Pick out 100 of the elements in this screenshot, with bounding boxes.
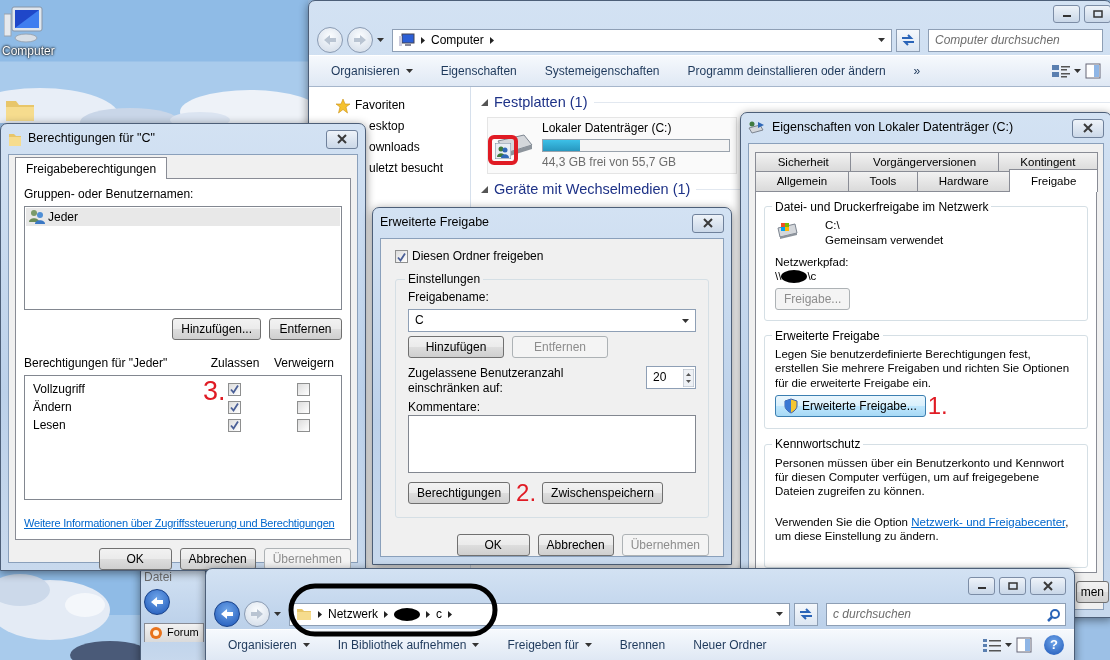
toolbar-button[interactable]: » bbox=[901, 61, 933, 81]
dialog-button[interactable]: Berechtigungen bbox=[408, 482, 511, 505]
sidebar-item[interactable]: esktop bbox=[369, 116, 405, 137]
caret-icon bbox=[1005, 643, 1012, 647]
field-label: Gruppen- oder Benutzernamen: bbox=[24, 187, 195, 202]
tab[interactable]: Sicherheit bbox=[755, 152, 852, 172]
dialog-button[interactable]: Entfernen bbox=[269, 318, 342, 340]
back-button[interactable] bbox=[214, 601, 240, 627]
toolbar-button[interactable]: Organisieren bbox=[216, 635, 322, 655]
drive-name: Lokaler Datenträger (C:) bbox=[542, 121, 673, 137]
toolbar-button[interactable]: Eigenschaften bbox=[428, 61, 529, 81]
maximize-icon bbox=[1092, 10, 1103, 18]
toolbar-button[interactable]: In Bibliothek aufnehmen bbox=[325, 635, 492, 655]
toolbar-button[interactable]: Systemeigenschaften bbox=[532, 61, 672, 81]
checkbox[interactable] bbox=[296, 400, 310, 414]
close-button[interactable] bbox=[1072, 118, 1104, 138]
expand-triangle-icon[interactable] bbox=[481, 185, 488, 193]
dialog-button[interactable]: Abbrechen bbox=[179, 548, 256, 570]
tab[interactable]: Vorgängerversionen bbox=[850, 152, 999, 172]
breadcrumb-item[interactable]: Netzwerk bbox=[328, 606, 378, 622]
toolbar-button[interactable]: Programm deinstallieren oder ändern bbox=[675, 61, 898, 81]
address-bar[interactable]: Netzwerk c bbox=[289, 602, 790, 626]
chevron-icon bbox=[421, 36, 425, 44]
checkbox[interactable] bbox=[227, 382, 241, 396]
view-icon[interactable] bbox=[1052, 64, 1070, 78]
field-label: Freigabename: bbox=[408, 290, 490, 306]
close-icon bbox=[702, 218, 714, 228]
search-field[interactable]: Computer durchsuchen bbox=[928, 28, 1103, 52]
address-bar[interactable]: Computer bbox=[392, 28, 892, 52]
drive-share-icon bbox=[748, 120, 766, 136]
dialog-button[interactable]: Hinzufügen... bbox=[172, 318, 261, 340]
number-field[interactable]: 20 bbox=[646, 366, 696, 390]
breadcrumb-item[interactable]: c bbox=[436, 606, 442, 622]
window-title: Eigenschaften von Lokaler Datenträger (C:) bbox=[772, 120, 1014, 136]
expand-triangle-icon[interactable] bbox=[481, 98, 488, 106]
dialog-button[interactable]: Zwischenspeichern bbox=[542, 482, 663, 505]
checkbox[interactable] bbox=[296, 418, 310, 432]
group-title[interactable]: Geräte mit Wechselmedien (1) bbox=[494, 180, 691, 199]
browser-tab[interactable]: Forum bbox=[144, 623, 204, 642]
toolbar-button[interactable]: Brennen bbox=[607, 635, 678, 655]
dialog-button[interactable]: Hinzufügen bbox=[408, 336, 504, 359]
tab[interactable]: Hardware bbox=[917, 171, 1011, 191]
tab[interactable]: Tools bbox=[847, 171, 919, 191]
network-path: \\ bbox=[775, 269, 782, 284]
dialog-button[interactable]: OK bbox=[456, 534, 530, 557]
help-link[interactable]: Weitere Informationen über Zugriffssteuerung und Berechtigungen bbox=[24, 517, 335, 529]
menu-item[interactable]: Datei bbox=[144, 570, 172, 585]
close-button[interactable] bbox=[1030, 577, 1066, 595]
permission-name: Vollzugriff bbox=[32, 381, 86, 397]
sidebar-item[interactable]: Favoriten bbox=[309, 95, 470, 116]
window-title: Erweiterte Freigabe bbox=[380, 215, 490, 231]
forward-arrow-icon bbox=[250, 608, 264, 620]
caret-icon bbox=[1074, 69, 1081, 73]
toolbar-button[interactable]: Organisieren bbox=[319, 61, 425, 81]
maximize-icon bbox=[1007, 582, 1018, 590]
users-icon bbox=[29, 209, 45, 225]
dialog-button[interactable]: OK bbox=[98, 548, 172, 570]
sidebar-item[interactable]: ownloads bbox=[369, 137, 420, 158]
checkbox[interactable] bbox=[395, 250, 408, 263]
refresh-button[interactable] bbox=[794, 602, 818, 626]
comment-field[interactable] bbox=[408, 415, 696, 474]
network-center-link[interactable]: Netzwerk- und Freigabecenter bbox=[911, 515, 1066, 528]
tab[interactable]: Freigabe bbox=[1009, 169, 1098, 192]
refresh-button[interactable] bbox=[896, 28, 920, 52]
folder-icon bbox=[8, 131, 22, 147]
checkbox[interactable] bbox=[296, 382, 310, 396]
network-path: \c bbox=[807, 269, 817, 284]
minimize-button[interactable] bbox=[968, 577, 995, 595]
checkbox[interactable] bbox=[227, 400, 241, 414]
sidebar-item[interactable]: uletzt besucht bbox=[369, 158, 444, 179]
combo-box[interactable]: C bbox=[408, 309, 696, 333]
dialog-button[interactable]: Erweiterte Freigabe... bbox=[775, 395, 926, 418]
caret-icon bbox=[682, 318, 689, 323]
toolbar-button[interactable]: Neuer Ordner bbox=[681, 635, 779, 655]
caret-icon bbox=[878, 38, 885, 42]
forward-arrow-icon bbox=[353, 34, 367, 46]
minimize-button[interactable] bbox=[1053, 5, 1080, 23]
dialog-button[interactable]: Abbrechen bbox=[537, 534, 614, 557]
checkbox[interactable] bbox=[227, 418, 241, 432]
dialog-button[interactable]: men bbox=[1075, 581, 1109, 603]
close-icon bbox=[1042, 581, 1054, 591]
toolbar-button[interactable]: Freigeben für bbox=[495, 635, 604, 655]
group-title[interactable]: Festplatten (1) bbox=[494, 93, 588, 112]
back-button[interactable] bbox=[144, 589, 170, 615]
close-button[interactable] bbox=[692, 213, 724, 233]
view-icon[interactable] bbox=[983, 638, 1001, 652]
maximize-button[interactable] bbox=[999, 577, 1026, 595]
computer-icon bbox=[399, 33, 415, 47]
checkbox-label[interactable]: Diesen Ordner freigeben bbox=[395, 249, 709, 264]
drive-tile[interactable]: Lokaler Datenträger (C:) 44,3 GB frei von 55,7 GB bbox=[487, 117, 737, 175]
list-item[interactable]: Jeder bbox=[26, 208, 340, 226]
breadcrumb-item[interactable]: Computer bbox=[431, 32, 484, 48]
close-button[interactable] bbox=[326, 129, 358, 149]
maximize-button[interactable] bbox=[1084, 5, 1110, 23]
group-label: Kennwortschutz bbox=[774, 437, 862, 452]
tab[interactable]: Allgemein bbox=[755, 171, 849, 191]
tab[interactable]: Freigabeberechtigungen bbox=[15, 157, 168, 179]
search-field[interactable]: c durchsuchen bbox=[826, 602, 1066, 626]
spin-arrows-icon[interactable] bbox=[683, 368, 694, 387]
permission-name: Lesen bbox=[32, 417, 67, 433]
